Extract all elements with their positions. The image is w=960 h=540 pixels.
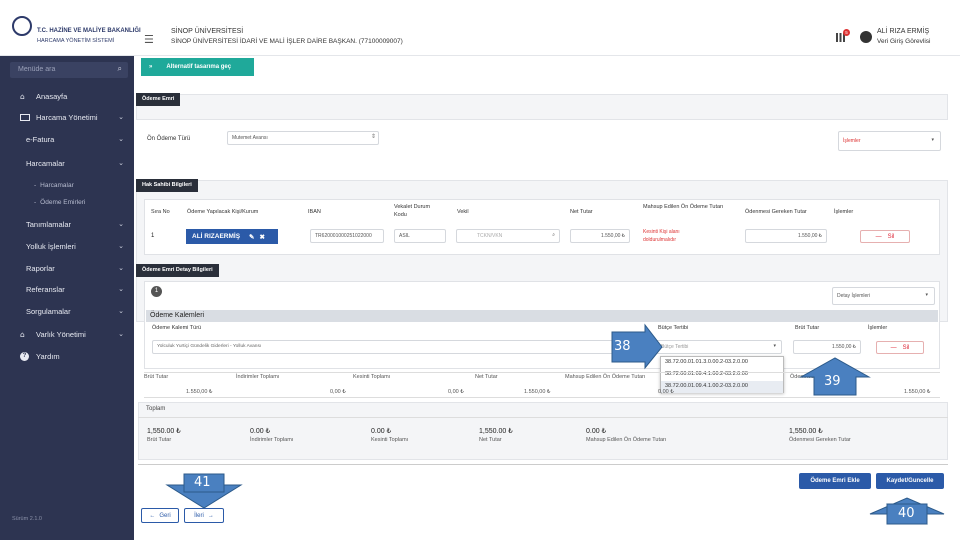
callout-38: 38 — [614, 339, 631, 354]
callout-40: 40 — [898, 506, 915, 521]
callout-39: 39 — [824, 374, 841, 389]
callout-arrows — [165, 323, 945, 525]
callout-41: 41 — [194, 475, 211, 490]
